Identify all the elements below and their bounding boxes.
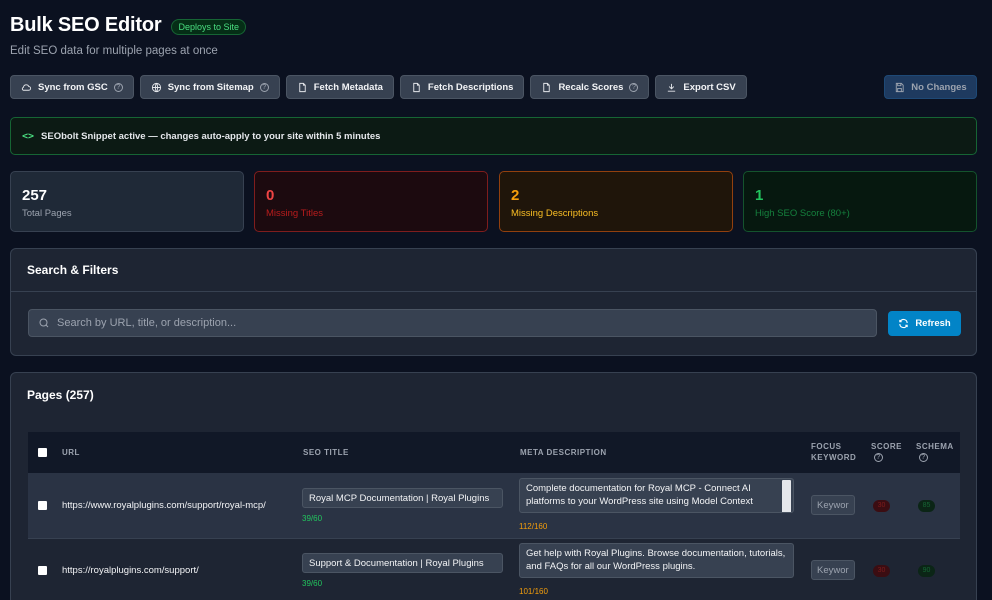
sync-gsc-label: Sync from GSC (38, 81, 108, 93)
select-all-checkbox[interactable] (38, 448, 47, 457)
stat-label: High SEO Score (80+) (755, 208, 850, 219)
snippet-status-banner: <> SEObolt Snippet active — changes auto… (10, 117, 977, 155)
seo-title-input[interactable]: Royal MCP Documentation | Royal Plugins (302, 488, 503, 508)
column-header-score[interactable]: SCORE (871, 442, 902, 451)
help-icon[interactable]: ? (113, 82, 123, 92)
stat-card-total-pages: 257 Total Pages (10, 171, 244, 232)
help-icon[interactable]: ? (259, 82, 269, 92)
title-char-count: 39/60 (302, 514, 323, 523)
fetch-metadata-button[interactable]: Fetch Metadata (285, 75, 394, 99)
stat-card-high-score[interactable]: 1 High SEO Score (80+) (743, 171, 977, 232)
description-char-count: 112/160 (519, 522, 548, 531)
pages-table: URL SEO TITLE META DESCRIPTION FOCUS KEY… (28, 432, 960, 600)
schema-score-badge: 90 (918, 565, 935, 577)
meta-description-text: Get help with Royal Plugins. Browse docu… (526, 548, 786, 572)
search-icon (39, 318, 49, 328)
export-csv-label: Export CSV (683, 81, 736, 93)
focus-keyword-input[interactable]: Keywor (811, 495, 855, 515)
document-icon (413, 82, 420, 92)
download-icon (668, 83, 676, 92)
stat-label: Missing Descriptions (511, 208, 599, 219)
stat-value: 257 (22, 187, 48, 204)
fetch-descriptions-label: Fetch Descriptions (427, 81, 514, 93)
seo-title-input[interactable]: Support & Documentation | Royal Plugins (302, 553, 503, 573)
table-row: https://www.royalplugins.com/support/roy… (28, 473, 960, 539)
sync-sitemap-button[interactable]: Sync from Sitemap ? (139, 75, 280, 99)
stat-card-missing-descriptions[interactable]: 2 Missing Descriptions (499, 171, 733, 232)
stat-label: Total Pages (22, 208, 72, 219)
description-char-count: 101/160 (519, 587, 548, 596)
document-icon (543, 82, 551, 92)
save-icon (896, 82, 904, 92)
refresh-button[interactable]: Refresh (888, 311, 961, 336)
recalc-scores-button[interactable]: Recalc Scores ? (530, 75, 650, 99)
row-url[interactable]: https://royalplugins.com/support/ (62, 565, 199, 576)
score-help-icon[interactable]: ? (874, 453, 883, 462)
textarea-scrollbar[interactable] (782, 480, 791, 512)
stat-label: Missing Titles (266, 208, 324, 219)
toolbar: Sync from GSC ? Sync from Sitemap ? Fetc… (10, 75, 747, 99)
schema-help-icon[interactable]: ? (919, 453, 928, 462)
help-icon[interactable]: ? (629, 82, 639, 92)
schema-score-badge: 85 (918, 500, 935, 512)
stat-value: 2 (511, 187, 520, 204)
sync-gsc-button[interactable]: Sync from GSC ? (10, 75, 134, 99)
save-changes-label: No Changes (911, 81, 967, 93)
row-checkbox[interactable] (38, 566, 47, 575)
column-header-meta-description[interactable]: META DESCRIPTION (520, 448, 607, 457)
fetch-metadata-label: Fetch Metadata (313, 81, 383, 93)
meta-description-input[interactable]: Complete documentation for Royal MCP - C… (519, 478, 794, 513)
sync-sitemap-label: Sync from Sitemap (167, 81, 254, 93)
stat-value: 0 (266, 187, 275, 204)
page-title: Bulk SEO Editor (10, 14, 162, 36)
column-header-schema[interactable]: SCHEMA (916, 442, 954, 451)
table-row: https://royalplugins.com/support/ Suppor… (28, 539, 960, 600)
seo-score-badge: 30 (873, 565, 890, 577)
row-checkbox[interactable] (38, 501, 47, 510)
recalc-scores-label: Recalc Scores (558, 81, 624, 93)
save-changes-button[interactable]: No Changes (884, 75, 977, 99)
globe-icon (151, 82, 161, 92)
page-header: Bulk SEO Editor Deploys to Site Edit SEO… (10, 14, 246, 57)
code-icon: <> (22, 130, 35, 142)
search-filters-title: Search & Filters (11, 249, 976, 292)
document-icon (299, 82, 306, 92)
snippet-status-text: SEObolt Snippet active — changes auto-ap… (41, 130, 381, 142)
title-char-count: 39/60 (302, 579, 323, 588)
table-header: URL SEO TITLE META DESCRIPTION FOCUS KEY… (28, 432, 960, 473)
seo-score-badge: 30 (873, 500, 890, 512)
stat-value: 1 (755, 187, 764, 204)
fetch-descriptions-button[interactable]: Fetch Descriptions (399, 75, 525, 99)
search-input[interactable] (57, 317, 857, 329)
meta-description-text: Complete documentation for Royal MCP - C… (526, 483, 753, 507)
pages-title: Pages (257) (27, 388, 94, 402)
stat-card-missing-titles[interactable]: 0 Missing Titles (254, 171, 488, 232)
column-header-keyword[interactable]: KEYWORD (811, 453, 856, 462)
row-url[interactable]: https://www.royalplugins.com/support/roy… (62, 500, 266, 511)
export-csv-button[interactable]: Export CSV (655, 75, 747, 99)
pages-panel: Pages (257) URL SEO TITLE META DESCRIPTI… (10, 372, 977, 600)
search-box[interactable] (28, 309, 877, 337)
deploy-badge: Deploys to Site (171, 18, 246, 35)
column-header-focus[interactable]: FOCUS (811, 442, 842, 451)
refresh-icon (899, 318, 909, 329)
column-header-seo-title[interactable]: SEO TITLE (303, 448, 349, 457)
search-filters-panel: Search & Filters Refresh (10, 248, 977, 356)
meta-description-input[interactable]: Get help with Royal Plugins. Browse docu… (519, 543, 794, 578)
refresh-label: Refresh (915, 318, 951, 329)
focus-keyword-input[interactable]: Keywor (811, 560, 855, 580)
column-header-url[interactable]: URL (62, 448, 80, 457)
cloud-icon (21, 83, 32, 91)
page-subtitle: Edit SEO data for multiple pages at once (10, 45, 218, 57)
